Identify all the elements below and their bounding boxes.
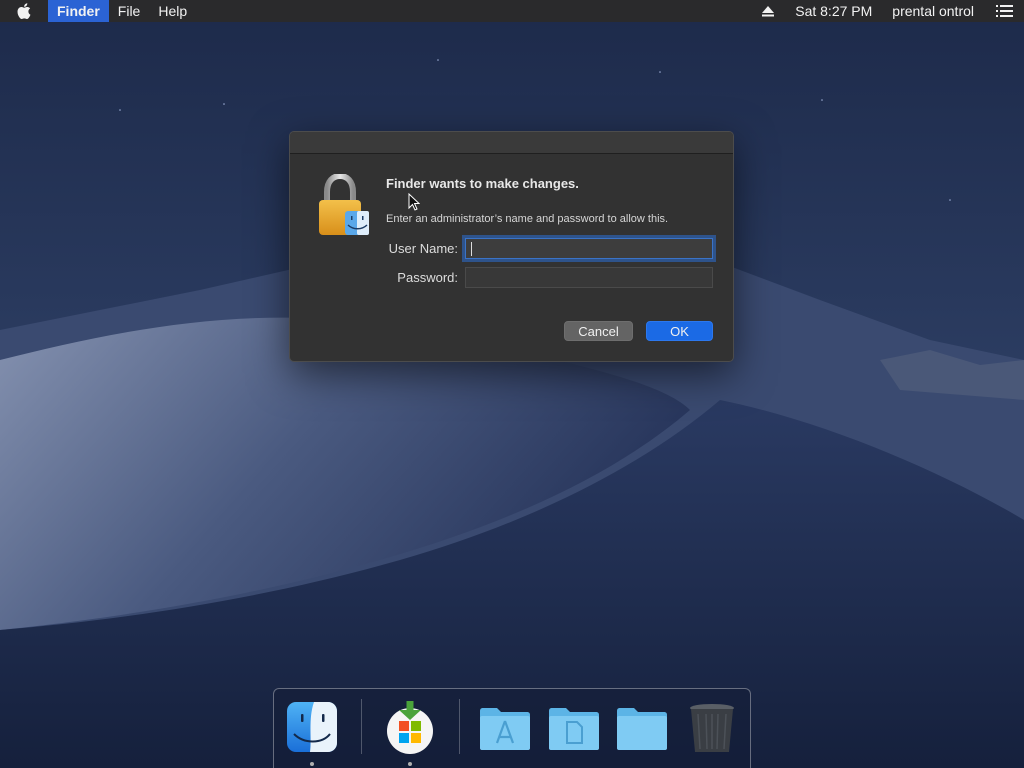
notification-center-icon: [995, 5, 1013, 17]
menu-user[interactable]: prental ontrol: [882, 0, 984, 22]
documents-folder-icon[interactable]: [546, 699, 602, 755]
dialog-message: Enter an administrator’s name and passwo…: [386, 213, 669, 225]
eject-icon: [762, 5, 775, 16]
notification-center-button[interactable]: [984, 5, 1024, 17]
auth-dialog: Finder wants to make changes. Enter an a…: [289, 131, 734, 362]
menu-file[interactable]: File: [109, 0, 150, 22]
dock-separator: [361, 699, 362, 754]
downloads-folder-icon[interactable]: [614, 699, 670, 755]
username-field[interactable]: [465, 238, 713, 259]
dialog-title: Finder wants to make changes.: [386, 176, 579, 191]
text-caret: [471, 242, 472, 256]
mouse-cursor-icon: [408, 193, 420, 211]
running-indicator: [408, 762, 412, 766]
menu-clock[interactable]: Sat 8:27 PM: [785, 0, 882, 22]
dock: [273, 688, 751, 768]
applications-folder-icon[interactable]: [477, 699, 533, 755]
installer-download-icon[interactable]: [382, 699, 438, 755]
finder-icon[interactable]: [284, 699, 340, 755]
apple-menu[interactable]: [0, 0, 48, 22]
menu-finder[interactable]: Finder: [48, 0, 109, 22]
cancel-button[interactable]: Cancel: [564, 321, 633, 341]
running-indicator: [310, 762, 314, 766]
lock-finder-icon: [319, 174, 369, 235]
username-label: User Name:: [388, 241, 458, 256]
menu-help[interactable]: Help: [149, 0, 196, 22]
trash-icon[interactable]: [684, 699, 740, 755]
ok-button[interactable]: OK: [646, 321, 713, 341]
dock-separator: [459, 699, 460, 754]
menu-bar: Finder File Help Sat 8:27 PM prental ont…: [0, 0, 1024, 22]
apple-logo-icon: [17, 3, 31, 19]
password-field[interactable]: [465, 267, 713, 288]
password-label: Password:: [397, 270, 458, 285]
eject-menu[interactable]: [751, 5, 785, 17]
dialog-titlebar[interactable]: [290, 132, 733, 154]
desktop-wallpaper: [0, 0, 1024, 768]
